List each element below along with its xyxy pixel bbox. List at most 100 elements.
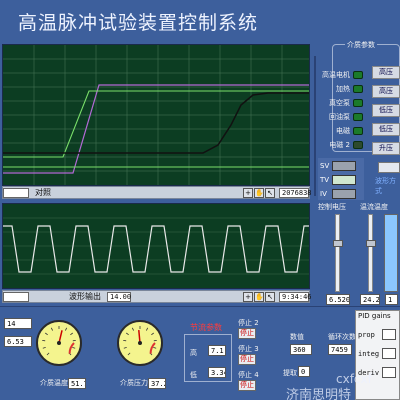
top-footer-label: 对照	[35, 188, 51, 197]
stop-button[interactable]: 停止	[238, 354, 256, 365]
series-black-measured	[3, 92, 309, 154]
pid-row: integ	[358, 348, 397, 359]
count-value[interactable]: 360	[290, 344, 312, 355]
gauge-tick	[145, 327, 149, 331]
gauge-redzone	[149, 342, 156, 354]
indicator-row: 加热	[318, 82, 364, 96]
cycle-value: 7459	[328, 344, 352, 355]
indicator-row: 电磁	[318, 124, 364, 138]
indicator-led[interactable]	[353, 141, 363, 149]
gauge-needle	[42, 326, 76, 356]
temp-slider-knob[interactable]	[366, 240, 376, 247]
gauge-tick	[127, 352, 131, 356]
indicator-label: 电磁 2	[329, 141, 350, 149]
stop-row: 停止 2 停止	[238, 318, 280, 339]
ramp-value[interactable]: 0	[298, 366, 310, 377]
gauge1-value: 51.7	[68, 378, 86, 389]
voltage-slider-track[interactable]	[335, 214, 340, 292]
high-value[interactable]: 7.1	[208, 345, 226, 356]
wave-option[interactable]: SV	[320, 159, 362, 172]
cycle-label: 循环次数	[328, 333, 356, 341]
gauge-tick	[123, 346, 127, 349]
pressure-button[interactable]: 低压	[372, 104, 400, 117]
voltage-slider-knob[interactable]	[333, 240, 343, 247]
bottom-footer-field[interactable]	[3, 291, 29, 302]
stop-rows: 停止 2 停止 停止 3 停止 停止 4 停止	[238, 318, 280, 396]
gauge-tick	[72, 346, 76, 349]
indicator-list: 高温电机 加热 真空泵 回油泵 电磁 电磁 2	[318, 68, 364, 152]
gauge-tick	[70, 332, 73, 336]
medium-temp-gauge	[36, 320, 82, 366]
indicator-led[interactable]	[353, 85, 363, 93]
wave-option[interactable]: IV	[320, 187, 362, 200]
indicator-row: 回油泵	[318, 110, 364, 124]
indicator-led[interactable]	[353, 71, 363, 79]
gauge-tick	[64, 327, 68, 331]
indicator-led[interactable]	[353, 113, 363, 121]
medium-temp-label: 温流温度	[360, 203, 388, 211]
stop-label: 停止 2	[238, 319, 259, 327]
zoom-icon-2[interactable]: +	[243, 291, 253, 302]
gauge-tick	[45, 332, 48, 336]
gauge-needle-2	[123, 326, 157, 356]
left-input-a[interactable]: 14	[4, 318, 32, 329]
indicator-led[interactable]	[353, 127, 363, 135]
stop-button[interactable]: 停止	[238, 380, 256, 391]
throttle-title: 节流参数	[190, 323, 222, 332]
bottom-waveform-plot	[3, 217, 309, 275]
gauge-tick	[46, 352, 50, 356]
extra-value: 1	[385, 294, 398, 305]
bottom-waveform-chart	[2, 203, 310, 289]
zoom-icon[interactable]: +	[243, 187, 253, 198]
pid-input[interactable]	[382, 348, 396, 359]
wave-selector[interactable]: SV TV IV	[318, 158, 364, 200]
gauge-hub	[138, 341, 142, 345]
wave-option-icon	[332, 188, 356, 199]
stop-row: 停止 3 停止	[238, 344, 280, 365]
cursor-icon[interactable]: ↖	[265, 187, 275, 198]
gauge-tick	[42, 346, 46, 349]
indicator-label: 电磁	[336, 127, 350, 135]
ramp-label: 提取	[283, 369, 297, 377]
pan-icon[interactable]: ✋	[254, 187, 264, 198]
high-label: 高	[190, 349, 197, 357]
wave-option[interactable]: TV	[320, 173, 362, 186]
voltage-value[interactable]: 6.520	[326, 294, 350, 305]
pressure-button[interactable]: 升压	[372, 142, 400, 155]
top-chart-footer: 对照 + ✋ ↖ 2076838	[2, 186, 312, 199]
gauge-tick	[126, 332, 129, 336]
temp-slider-track[interactable]	[368, 214, 373, 292]
cursor-icon-2[interactable]: ↖	[265, 291, 275, 302]
temp-value: 24.2	[360, 294, 380, 305]
medium-param-title: 介质参数	[345, 40, 377, 50]
stop-button[interactable]: 停止	[238, 328, 256, 339]
indicator-label: 高温电机	[322, 71, 350, 79]
gauge-tick	[50, 327, 54, 331]
indicator-led[interactable]	[353, 99, 363, 107]
wave-option-icon	[332, 174, 356, 185]
pan-icon-2[interactable]: ✋	[254, 291, 264, 302]
watermark-text-2: cxfcxf	[336, 372, 372, 386]
wave-option-label: SV	[320, 161, 330, 170]
pressure-button[interactable]: 高压	[372, 85, 400, 98]
pid-input[interactable]	[382, 329, 396, 340]
left-input-b[interactable]: 6.53	[4, 336, 32, 347]
wave-select-dropdown[interactable]	[378, 162, 400, 173]
pid-label: prop	[358, 330, 375, 339]
gauge-tick	[153, 346, 157, 349]
top-footer-field[interactable]	[3, 187, 29, 198]
pid-gains-panel: PID gains prop integ deriv	[355, 310, 400, 400]
gauge-redzone	[68, 342, 75, 354]
count-label: 数值	[290, 333, 304, 341]
pid-title: PID gains	[358, 312, 391, 320]
pid-input[interactable]	[382, 367, 396, 378]
wave-option-label: IV	[320, 189, 327, 198]
wave-mode-caption: 波形方式	[375, 177, 396, 195]
bottom-footer-time: 9:34:46	[279, 291, 312, 302]
top-trend-chart	[2, 44, 310, 186]
pressure-button[interactable]: 高压	[372, 66, 400, 79]
stop-label: 停止 4	[238, 371, 259, 379]
pressure-button[interactable]: 低压	[372, 123, 400, 136]
temp-bar	[384, 214, 398, 292]
low-value[interactable]: 3.34	[208, 367, 226, 378]
